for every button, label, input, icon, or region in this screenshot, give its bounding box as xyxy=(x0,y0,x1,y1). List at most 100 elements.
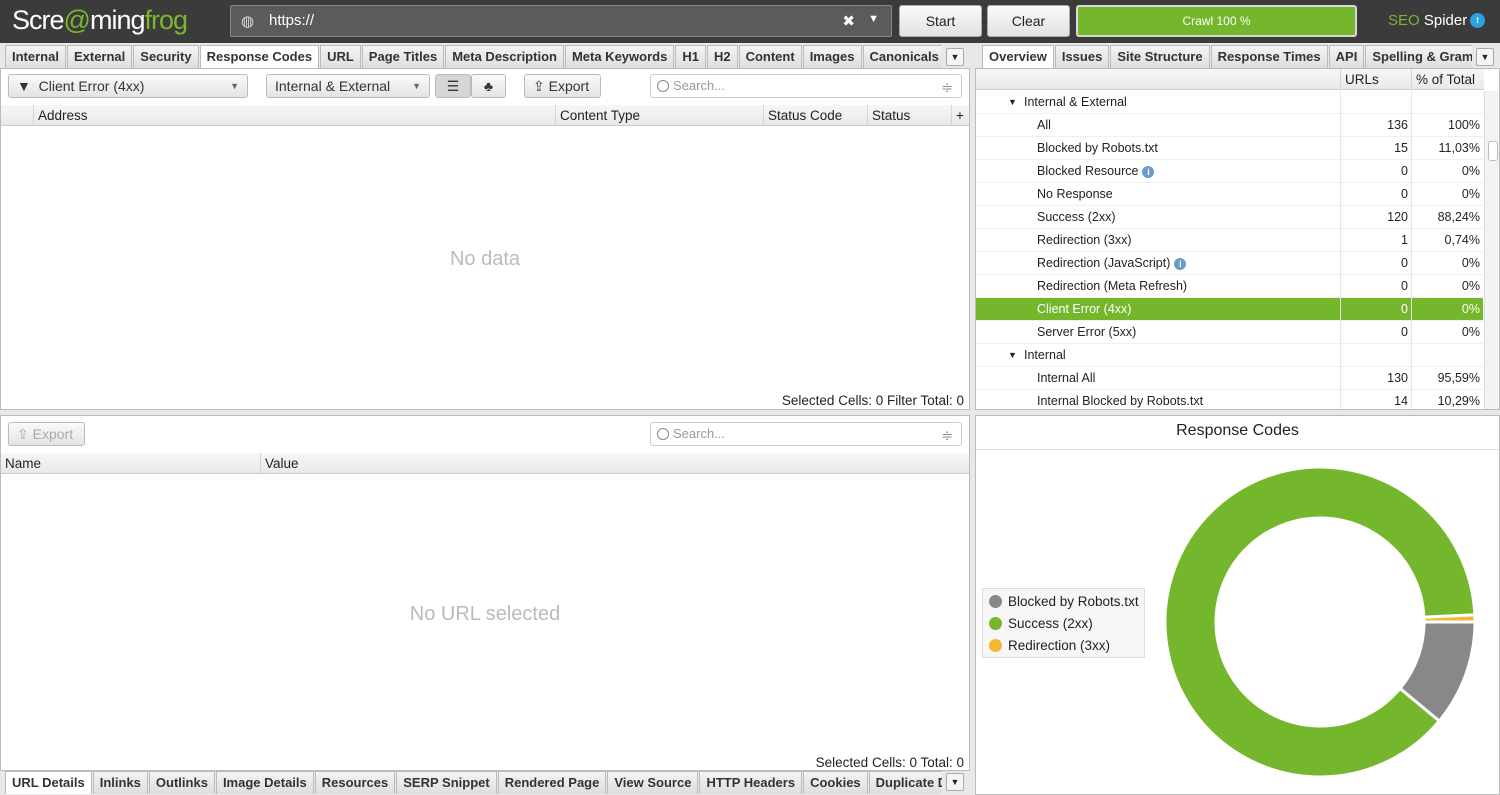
more-tabs-button[interactable]: ▼ xyxy=(946,48,964,66)
overview-row[interactable]: All 136 100% xyxy=(976,114,1483,137)
row-label: Server Error (5xx) xyxy=(1037,321,1136,344)
product-name: SEO Spider xyxy=(1388,12,1468,29)
col-content-type[interactable]: Content Type xyxy=(555,105,640,126)
overview-row[interactable]: Redirection (JavaScript) i 0 0% xyxy=(976,252,1483,275)
tree-group[interactable]: ▼ Internal xyxy=(976,344,1483,367)
chevron-down-icon[interactable]: ▼ xyxy=(868,13,879,25)
url-input[interactable]: ◍ https://✖ ▼ xyxy=(230,5,892,37)
cell-divider xyxy=(1340,367,1341,390)
tab-url[interactable]: URL xyxy=(320,45,361,68)
overview-row[interactable]: Internal Blocked by Robots.txt 14 10,29% xyxy=(976,390,1483,409)
detail-search-input[interactable]: Search... ≑ xyxy=(650,422,962,446)
overview-row[interactable]: Server Error (5xx) 0 0% xyxy=(976,321,1483,344)
tab-http-headers[interactable]: HTTP Headers xyxy=(699,771,803,794)
overview-header: URLs % of Total xyxy=(976,69,1484,90)
tab-url-details[interactable]: URL Details xyxy=(5,771,92,794)
col-status-code[interactable]: Status Code xyxy=(763,105,842,126)
overview-row[interactable]: Success (2xx) 120 88,24% xyxy=(976,206,1483,229)
tab-response-codes[interactable]: Response Codes xyxy=(199,45,320,68)
tree-group[interactable]: ▼ Internal & External xyxy=(976,91,1483,114)
clear-url-icon[interactable]: ✖ xyxy=(842,12,855,30)
overview-row[interactable]: Redirection (Meta Refresh) 0 0% xyxy=(976,275,1483,298)
tab-image-details[interactable]: Image Details xyxy=(215,771,314,794)
row-pct: 0% xyxy=(1461,164,1480,178)
globe-icon: ◍ xyxy=(241,13,255,30)
row-label: Client Error (4xx) xyxy=(1037,298,1131,321)
tab-outlinks[interactable]: Outlinks xyxy=(148,771,215,794)
more-bottom-tabs-button[interactable]: ▼ xyxy=(946,773,964,791)
search-input[interactable]: Search... ≑ xyxy=(650,74,962,98)
tab-external[interactable]: External xyxy=(66,45,133,68)
tab-issues[interactable]: Issues xyxy=(1054,45,1110,68)
settings-sliders-icon[interactable]: ≑ xyxy=(941,76,953,98)
settings-sliders-icon[interactable]: ≑ xyxy=(941,424,953,446)
clear-button[interactable]: Clear xyxy=(987,5,1070,37)
scrollbar-thumb[interactable] xyxy=(1488,141,1498,161)
tab-view-source[interactable]: View Source xyxy=(607,771,699,794)
scrollbar[interactable] xyxy=(1484,91,1499,409)
tab-canonicals[interactable]: Canonicals xyxy=(862,45,942,68)
tab-h2[interactable]: H2 xyxy=(706,45,738,68)
tab-security[interactable]: Security xyxy=(133,45,199,68)
label-text: Client Error (4xx) xyxy=(1037,302,1132,316)
cell-divider xyxy=(1411,137,1412,160)
cell-divider xyxy=(1340,321,1341,344)
tab-h1[interactable]: H1 xyxy=(675,45,706,68)
info-icon[interactable]: i xyxy=(1142,166,1155,178)
col-address[interactable]: Address xyxy=(33,105,88,126)
filter-icon: ▼ xyxy=(17,78,31,94)
tab-api[interactable]: API xyxy=(1328,45,1365,68)
twitter-icon[interactable]: t xyxy=(1470,13,1485,28)
col-name[interactable]: Name xyxy=(1,453,41,474)
row-pct: 0% xyxy=(1461,187,1480,201)
overview-row[interactable]: Blocked by Robots.txt 15 11,03% xyxy=(976,137,1483,160)
row-urls: 0 xyxy=(1401,279,1408,293)
info-icon[interactable]: i xyxy=(1174,258,1187,270)
overview-row[interactable]: Internal All 130 95,59% xyxy=(976,367,1483,390)
cell-divider xyxy=(1411,275,1412,298)
detail-export-button[interactable]: ⇪ Export xyxy=(8,422,85,446)
label-text: No Response xyxy=(1037,187,1113,201)
tab-spelling-gramm[interactable]: Spelling & Gramm xyxy=(1365,45,1472,68)
label-text: Redirection (JavaScript) xyxy=(1037,256,1171,270)
tab-content[interactable]: Content xyxy=(738,45,802,68)
expand-triangle-icon[interactable]: ▼ xyxy=(1008,91,1017,114)
cell-divider xyxy=(1411,390,1412,409)
col-urls[interactable]: URLs xyxy=(1340,69,1379,90)
tab-overview[interactable]: Overview xyxy=(982,45,1054,68)
tab-response-times[interactable]: Response Times xyxy=(1210,45,1328,68)
row-urls: 0 xyxy=(1401,256,1408,270)
chevron-down-icon: ▼ xyxy=(412,81,421,91)
col-value[interactable]: Value xyxy=(260,453,299,474)
overview-row[interactable]: No Response 0 0% xyxy=(976,183,1483,206)
export-button[interactable]: ⇪ Export xyxy=(524,74,601,98)
tab-images[interactable]: Images xyxy=(802,45,862,68)
overview-row[interactable]: Client Error (4xx) 0 0% xyxy=(976,298,1483,321)
tab-meta-keywords[interactable]: Meta Keywords xyxy=(564,45,675,68)
tab-duplicate-detai[interactable]: Duplicate Detai xyxy=(868,771,942,794)
start-button[interactable]: Start xyxy=(899,5,982,37)
overview-row[interactable]: Blocked Resource i 0 0% xyxy=(976,160,1483,183)
row-label: Internal & External xyxy=(1024,91,1127,114)
tab-resources[interactable]: Resources xyxy=(314,771,396,794)
expand-triangle-icon[interactable]: ▼ xyxy=(1008,344,1017,367)
tab-inlinks[interactable]: Inlinks xyxy=(92,771,148,794)
list-view-button[interactable]: ☰ xyxy=(435,74,471,98)
scope-dropdown[interactable]: Internal & External ▼ xyxy=(266,74,430,98)
col-pct[interactable]: % of Total xyxy=(1411,69,1475,90)
tab-serp-snippet[interactable]: SERP Snippet xyxy=(396,771,497,794)
tab-meta-description[interactable]: Meta Description xyxy=(445,45,564,68)
tab-internal[interactable]: Internal xyxy=(5,45,66,68)
tab-cookies[interactable]: Cookies xyxy=(803,771,868,794)
overview-row[interactable]: Redirection (3xx) 1 0,74% xyxy=(976,229,1483,252)
col-status[interactable]: Status xyxy=(867,105,910,126)
donut-slice-redirection-3xx-[interactable] xyxy=(1422,613,1477,624)
tab-site-structure[interactable]: Site Structure xyxy=(1110,45,1210,68)
tab-page-titles[interactable]: Page Titles xyxy=(361,45,445,68)
more-right-tabs-button[interactable]: ▼ xyxy=(1476,48,1494,66)
add-column-icon[interactable]: + xyxy=(951,105,964,126)
row-pct: 0% xyxy=(1461,256,1480,270)
tree-view-button[interactable]: ♣ xyxy=(471,74,506,98)
tab-rendered-page[interactable]: Rendered Page xyxy=(497,771,607,794)
filter-dropdown[interactable]: ▼ Client Error (4xx) ▼ xyxy=(8,74,248,98)
